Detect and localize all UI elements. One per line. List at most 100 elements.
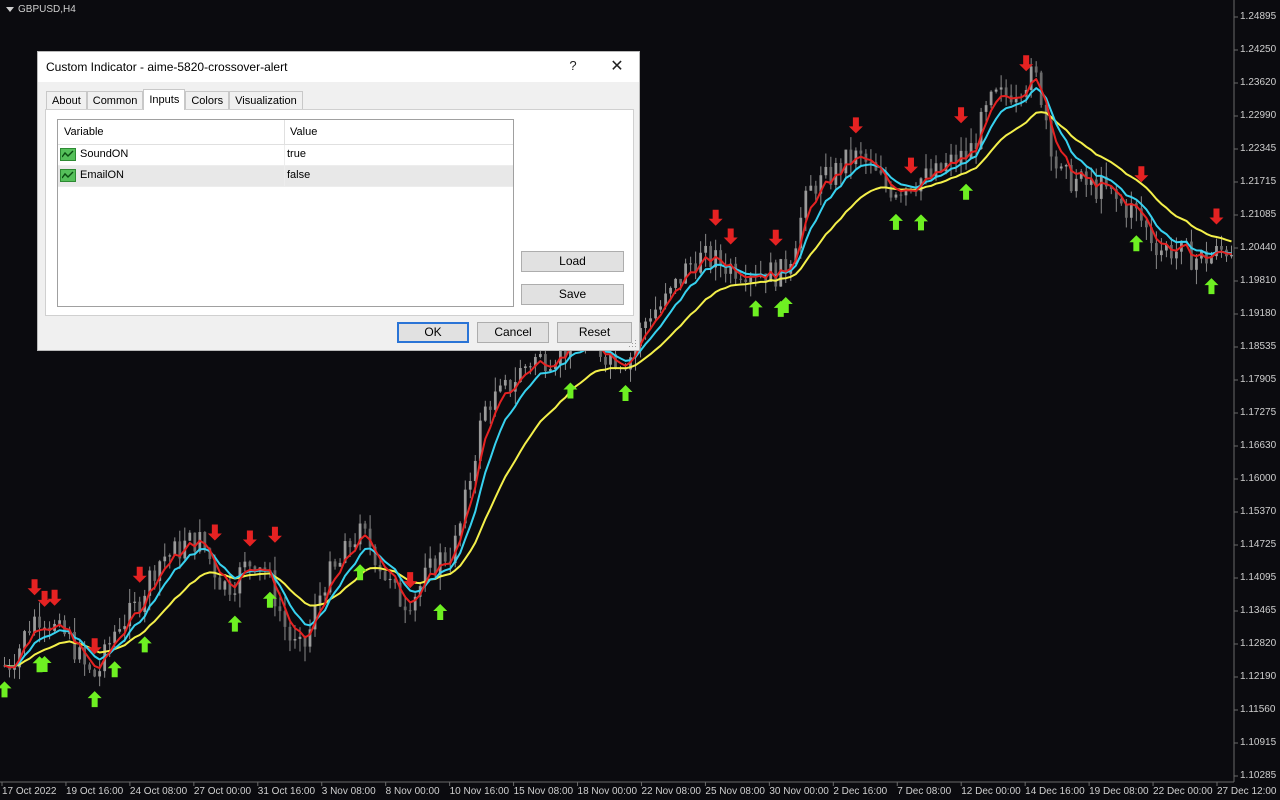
column-variable[interactable]: Variable	[64, 126, 104, 138]
candle-body	[98, 671, 102, 677]
ok-button[interactable]: OK	[397, 322, 469, 343]
variable-value[interactable]: true	[287, 148, 306, 160]
time-label: 31 Oct 16:00	[257, 786, 316, 797]
custom-indicator-dialog: Custom Indicator - aime-5820-crossover-a…	[37, 51, 640, 351]
candle-body	[338, 562, 342, 567]
candle-body	[659, 306, 662, 310]
candle-body	[1094, 179, 1098, 199]
tab-common[interactable]: Common	[86, 91, 144, 109]
candle-body	[994, 89, 998, 92]
candle-body	[924, 168, 928, 179]
candle-body	[959, 150, 963, 164]
help-button[interactable]: ?	[566, 58, 580, 73]
candle-body	[1220, 245, 1223, 250]
buy-arrow-icon	[1129, 235, 1144, 252]
time-label: 22 Dec 00:00	[1153, 786, 1213, 797]
time-label: 10 Nov 16:00	[449, 786, 510, 797]
time-axis[interactable]: 17 Oct 2022 19 Oct 16:00 24 Oct 08:00 27 Oc…	[0, 782, 1277, 800]
candle-body	[804, 190, 808, 218]
time-label: 18 Nov 00:00	[577, 786, 638, 797]
candle-body	[934, 163, 938, 178]
candle-body	[193, 532, 197, 552]
inputs-panel: Variable Value SoundON true EmailON fals…	[45, 109, 634, 316]
price-label: 1.19810	[1240, 275, 1277, 286]
buy-arrow-icon	[913, 214, 928, 231]
price-label: 1.17275	[1240, 407, 1277, 418]
buy-arrow-icon	[87, 691, 102, 708]
candle-body	[544, 354, 547, 372]
input-row-soundon[interactable]: SoundON true	[58, 145, 513, 166]
dialog-tabs: About Common Inputs Colors Visualization	[46, 89, 303, 110]
candle-body	[1034, 66, 1038, 73]
price-label: 1.14095	[1240, 572, 1277, 583]
candle-body	[844, 149, 848, 174]
variable-name: SoundON	[80, 148, 129, 160]
candle-body	[233, 593, 237, 595]
load-button[interactable]: Load	[521, 251, 624, 272]
candle-body	[604, 356, 607, 365]
candle-body	[859, 150, 863, 154]
dialog-title: Custom Indicator - aime-5820-crossover-a…	[46, 60, 288, 74]
column-value[interactable]: Value	[290, 126, 317, 138]
time-label: 15 Nov 08:00	[513, 786, 574, 797]
buy-arrow-icon	[0, 681, 12, 698]
price-label: 1.13465	[1240, 605, 1277, 616]
candle-body	[408, 610, 412, 612]
candle-body	[348, 541, 352, 548]
buy-arrow-icon	[107, 661, 122, 678]
sell-arrow-icon	[1209, 208, 1224, 225]
price-axis[interactable]: 1.24895 1.24250 1.23620 1.22990 1.22345 1.217…	[1234, 0, 1280, 782]
time-label: 27 Dec 12:00	[1217, 786, 1277, 797]
price-label: 1.15370	[1240, 506, 1277, 517]
cancel-button[interactable]: Cancel	[477, 322, 549, 343]
candle-body	[523, 366, 527, 369]
candle-body	[739, 278, 743, 280]
close-icon[interactable]: ✕	[606, 56, 628, 76]
tab-inputs[interactable]: Inputs	[143, 89, 186, 110]
candle-body	[824, 166, 828, 176]
price-label: 1.22345	[1240, 143, 1277, 154]
resize-grip-icon[interactable]	[629, 340, 637, 348]
buy-arrow-icon	[137, 636, 152, 653]
buy-arrow-icon	[227, 615, 242, 632]
candle-body	[503, 379, 507, 386]
candle-body	[1160, 250, 1163, 256]
candle-body	[293, 638, 297, 641]
dialog-titlebar[interactable]: Custom Indicator - aime-5820-crossover-a…	[38, 52, 639, 82]
parameter-icon	[60, 169, 76, 182]
save-button[interactable]: Save	[521, 284, 624, 305]
candle-body	[248, 561, 252, 567]
candle-body	[1074, 178, 1078, 192]
candle-body	[709, 245, 713, 268]
variable-value[interactable]: false	[287, 169, 310, 181]
sell-arrow-icon	[47, 589, 62, 606]
candle-body	[899, 194, 903, 196]
reset-button[interactable]: Reset	[557, 322, 632, 343]
tab-about[interactable]: About	[46, 91, 87, 109]
symbol-label: GBPUSD,H4	[18, 4, 76, 15]
sell-arrow-icon	[723, 228, 738, 245]
candle-body	[108, 643, 112, 645]
candle-body	[383, 571, 387, 581]
candle-body	[173, 541, 177, 556]
time-label: 30 Nov 00:00	[769, 786, 829, 797]
candle-body	[528, 366, 532, 368]
time-label: 3 Nov 08:00	[321, 786, 376, 797]
candle-body	[644, 321, 647, 328]
candle-body	[1004, 87, 1008, 96]
candle-body	[493, 391, 497, 410]
candle-body	[1230, 254, 1233, 257]
candle-body	[969, 143, 973, 159]
tab-visualization[interactable]: Visualization	[229, 91, 303, 109]
chart-symbol[interactable]: GBPUSD,H4	[6, 4, 76, 15]
candle-body	[153, 570, 157, 581]
candle-body	[719, 250, 723, 266]
price-label: 1.22990	[1240, 110, 1277, 121]
candle-body	[1059, 166, 1063, 169]
candle-body	[984, 105, 988, 112]
tab-colors[interactable]: Colors	[185, 91, 230, 109]
candle-body	[1099, 176, 1103, 199]
candle-body	[508, 379, 512, 392]
candle-body	[538, 354, 542, 357]
input-row-emailon[interactable]: EmailON false	[58, 166, 513, 187]
